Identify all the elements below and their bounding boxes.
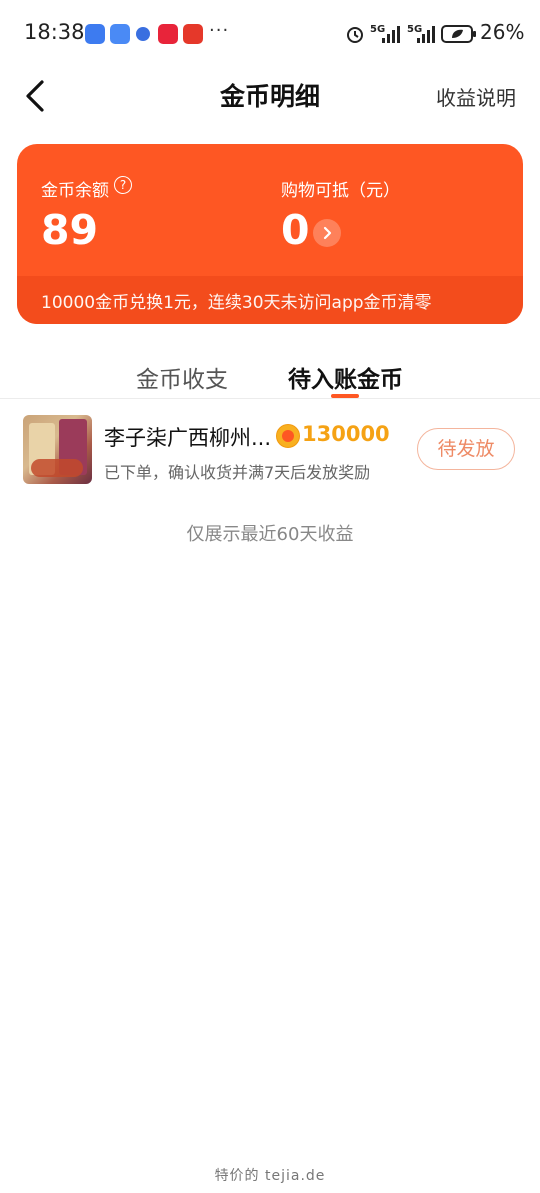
reward-condition-text: 已下单，确认收货并满7天后发放奖励 bbox=[104, 463, 371, 482]
signal-icon-2 bbox=[417, 26, 435, 43]
status-time: 18:38 bbox=[24, 20, 85, 44]
offset-label: 购物可抵（元） bbox=[281, 181, 400, 201]
battery-icon bbox=[441, 25, 476, 43]
browser-notification-icon bbox=[136, 27, 150, 41]
balance-label: 金币余额 bbox=[41, 181, 109, 201]
listen-notification-icon bbox=[183, 24, 203, 44]
status-bar: 18:38 ··· 5G 5G 26% bbox=[0, 0, 540, 70]
list-item[interactable]: 李子柒广西柳州... 130000 已下单，确认收货并满7天后发放奖励 待发放 bbox=[0, 408, 540, 498]
product-thumbnail bbox=[23, 415, 92, 484]
battery-percent: 26% bbox=[480, 20, 525, 44]
recent-days-note: 仅展示最近60天收益 bbox=[186, 524, 354, 545]
coin-icon bbox=[276, 424, 300, 448]
earnings-explanation-link[interactable]: 收益说明 bbox=[436, 82, 516, 111]
message-notification-icon bbox=[110, 24, 130, 44]
alarm-icon bbox=[347, 27, 363, 43]
tmall-notification-icon bbox=[158, 24, 178, 44]
app-notification-icon bbox=[85, 24, 105, 44]
offset-value: 0 bbox=[281, 206, 310, 254]
product-title: 李子柒广西柳州... bbox=[104, 426, 272, 450]
help-icon[interactable]: ? bbox=[114, 176, 132, 194]
more-notifications-icon: ··· bbox=[209, 20, 230, 41]
signal-icon bbox=[382, 26, 400, 43]
chevron-right-icon bbox=[323, 226, 332, 240]
tab-pending-coins[interactable]: 待入账金币 bbox=[288, 360, 403, 394]
offset-detail-button[interactable] bbox=[313, 219, 341, 247]
balance-value: 89 bbox=[41, 206, 99, 254]
watermark: 特价的 tejia.de bbox=[214, 1168, 326, 1184]
coin-summary-card: 金币余额 ? 89 购物可抵（元） 0 10000金币兑换1元，连续30天未访问… bbox=[17, 144, 523, 324]
exchange-rule-note: 10000金币兑换1元，连续30天未访问app金币清零 bbox=[41, 293, 432, 313]
active-tab-indicator bbox=[331, 394, 359, 398]
coin-amount: 130000 bbox=[302, 422, 390, 446]
pending-status-button[interactable]: 待发放 bbox=[417, 428, 515, 470]
tab-bar: 金币收支 待入账金币 bbox=[0, 340, 540, 399]
tab-coin-income-expense[interactable]: 金币收支 bbox=[136, 360, 228, 394]
